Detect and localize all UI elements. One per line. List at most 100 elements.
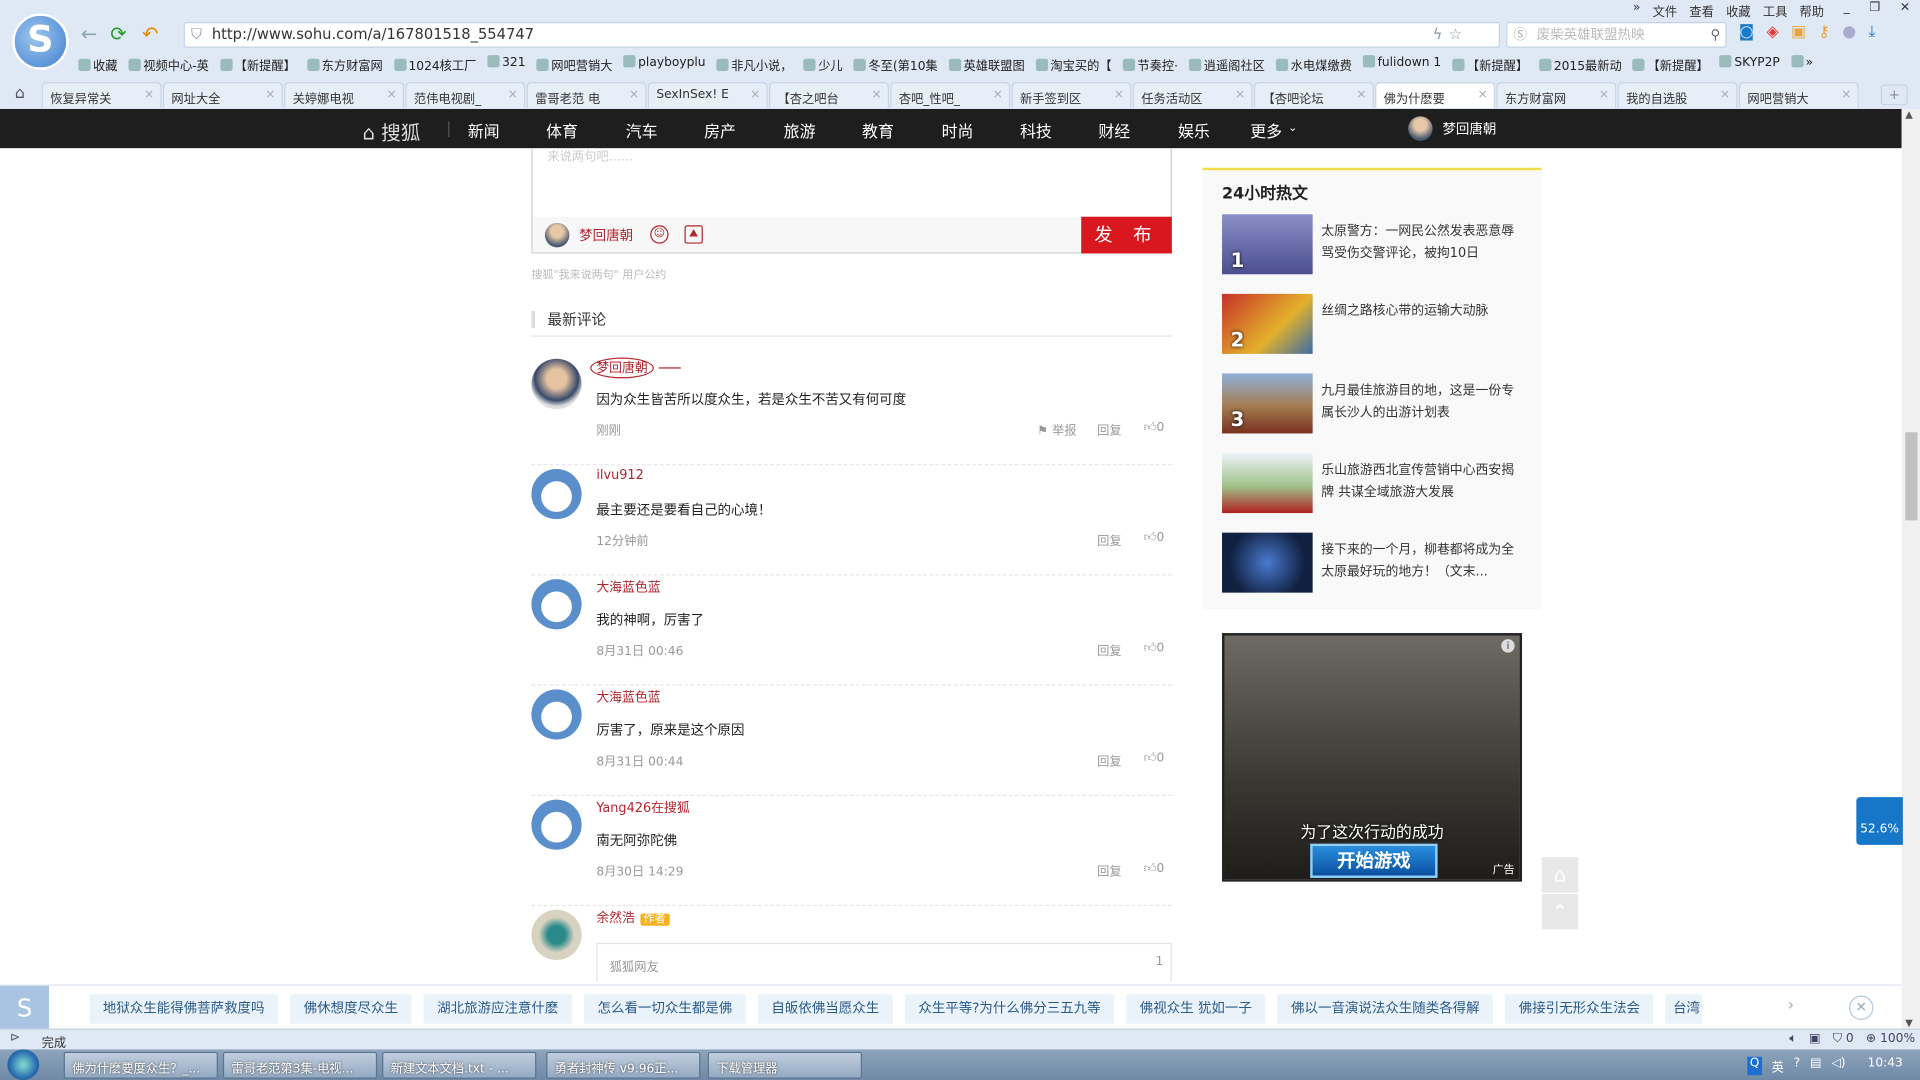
close-tab-icon[interactable]: ×: [993, 88, 1003, 101]
close-tab-icon[interactable]: ×: [508, 88, 518, 101]
article-title[interactable]: 太原警方：一网民公然发表恶意辱骂受伤交警评论，被拘10日: [1321, 220, 1524, 264]
volume-icon[interactable]: ◁): [1831, 1057, 1845, 1075]
suggestion-chip[interactable]: 地狱众生能得佛菩萨救度吗: [89, 994, 278, 1024]
menu-item[interactable]: 帮助: [1800, 1, 1824, 19]
menu-item[interactable]: 工具: [1763, 1, 1787, 19]
scroll-up-icon[interactable]: ▲: [1905, 109, 1913, 120]
ime-indicator[interactable]: 英: [1772, 1057, 1784, 1075]
article-thumbnail[interactable]: 2: [1222, 293, 1313, 354]
new-tab-button[interactable]: +: [1880, 84, 1908, 106]
browser-tab[interactable]: 【杏之吧台 ×: [768, 82, 889, 108]
bookmark-item[interactable]: 【新提醒】: [1632, 55, 1709, 73]
reply-button[interactable]: 回复: [1097, 640, 1121, 658]
nav-item[interactable]: 房产: [704, 119, 736, 142]
browser-tab[interactable]: 恢复异常关 ×: [41, 82, 162, 108]
bookmark-item[interactable]: 英雄联盟图: [948, 55, 1025, 73]
bookmark-item[interactable]: 东方财富网: [306, 55, 383, 73]
suggestion-chip[interactable]: 众生平等?为什么佛分三五九等: [904, 994, 1115, 1024]
hot-article[interactable]: 1 太原警方：一网民公然发表恶意辱骂受伤交警评论，被拘10日: [1222, 214, 1528, 275]
network-icon[interactable]: ▤: [1810, 1057, 1822, 1075]
close-button[interactable]: ✕: [1900, 1, 1910, 19]
close-tab-icon[interactable]: ×: [1599, 88, 1609, 101]
like-button[interactable]: 👍︎0: [1144, 530, 1165, 544]
comment-author[interactable]: 余然浩: [596, 911, 635, 926]
bookmark-item[interactable]: 【新提醒】: [219, 55, 296, 73]
close-tab-icon[interactable]: ×: [386, 88, 396, 101]
browser-tab[interactable]: 杏吧_性吧_ ×: [890, 82, 1011, 108]
device-icon[interactable]: ▣: [1791, 23, 1806, 41]
close-tab-icon[interactable]: ×: [144, 88, 154, 101]
bookmark-item[interactable]: 逍遥阁社区: [1188, 55, 1265, 73]
sogou-browser-logo[interactable]: S: [12, 13, 69, 70]
start-game-button[interactable]: 开始游戏: [1310, 843, 1438, 878]
home-icon[interactable]: ⌂: [15, 84, 25, 102]
suggestion-chip[interactable]: 佛接引无形众生法会: [1505, 994, 1654, 1024]
close-tab-icon[interactable]: ×: [1720, 88, 1730, 101]
info-icon[interactable]: i: [1501, 639, 1515, 653]
more-icon[interactable]: ●: [1842, 23, 1856, 41]
menu-item[interactable]: 收藏: [1726, 1, 1750, 19]
publish-button[interactable]: 发 布: [1081, 216, 1172, 254]
suggestion-chip[interactable]: 湖北旅游应注意什麽: [423, 994, 572, 1024]
browser-tab[interactable]: 网址大全 ×: [162, 82, 283, 108]
close-tab-icon[interactable]: ×: [1235, 88, 1245, 101]
menu-item[interactable]: »: [1633, 1, 1641, 19]
bookmark-item[interactable]: 水电煤缴费: [1275, 55, 1352, 73]
nav-item[interactable]: 汽车: [626, 119, 658, 142]
close-tab-icon[interactable]: ×: [265, 88, 275, 101]
scrollbar[interactable]: ▲ ▼: [1901, 108, 1920, 1029]
menu-item[interactable]: 文件: [1653, 1, 1677, 19]
avatar[interactable]: [531, 799, 582, 850]
avatar[interactable]: [531, 579, 582, 630]
undo-icon[interactable]: ↶: [142, 22, 158, 45]
qq-input-icon[interactable]: Q: [1747, 1056, 1762, 1076]
shop-icon[interactable]: ◈: [1766, 23, 1778, 41]
search-input[interactable]: Ⓢ 废柴英雄联盟热映 ⚲: [1506, 22, 1727, 48]
nav-item[interactable]: 新闻: [468, 119, 500, 142]
nav-item[interactable]: 娱乐: [1178, 119, 1210, 142]
address-bar[interactable]: ⛉ http://www.sohu.com/a/167801518_554747…: [183, 22, 1501, 48]
bookmark-item[interactable]: 节奏控·: [1122, 55, 1178, 73]
star-icon[interactable]: ☆: [1449, 23, 1462, 46]
bookmark-item[interactable]: 收藏: [78, 55, 118, 73]
bookmark-item[interactable]: 【新提醒】: [1452, 55, 1528, 73]
browser-tab[interactable]: 任务活动区 ×: [1132, 82, 1253, 108]
article-title[interactable]: 九月最佳旅游目的地，这是一份专属长沙人的出游计划表: [1321, 380, 1524, 424]
browser-tab[interactable]: 佛为什麽要 ×: [1375, 82, 1496, 108]
menu-item[interactable]: 查看: [1689, 1, 1713, 19]
article-thumbnail[interactable]: [1222, 453, 1313, 514]
browser-tab[interactable]: 【杏吧论坛 ×: [1253, 82, 1374, 108]
reply-preview[interactable]: 狐狐网友 1: [596, 942, 1172, 983]
like-button[interactable]: 👍︎0: [1144, 640, 1165, 655]
nav-item[interactable]: 时尚: [942, 119, 974, 142]
taskbar-button[interactable]: 佛为什麽要度众生？_...: [63, 1051, 218, 1079]
comment-author[interactable]: 大海蓝色蓝: [596, 688, 660, 706]
ad-banner[interactable]: i 为了这次行动的成功 开始游戏 广告: [1222, 633, 1523, 882]
lightning-icon[interactable]: ϟ: [1433, 23, 1443, 46]
reply-button[interactable]: 回复: [1097, 751, 1121, 769]
report-button[interactable]: ⚑ 举报: [1037, 420, 1076, 438]
article-thumbnail[interactable]: 3: [1222, 373, 1313, 434]
browser-tab[interactable]: 范伟电视剧_ ×: [405, 82, 526, 108]
back-to-top-button[interactable]: ⌃: [1541, 893, 1579, 930]
back-icon[interactable]: ←: [81, 22, 97, 45]
chevron-down-icon[interactable]: ⌄: [1288, 122, 1297, 134]
bookmark-item[interactable]: 冬至(第10集: [853, 55, 938, 73]
browser-tab[interactable]: 雷哥老范 电 ×: [526, 82, 647, 108]
nav-item[interactable]: 更多: [1250, 119, 1282, 142]
bookmark-item[interactable]: 1024核工厂: [393, 55, 476, 73]
home-float-button[interactable]: ⌂: [1541, 857, 1579, 893]
article-title[interactable]: 乐山旅游西北宣传营销中心西安揭牌 共谋全域旅游大发展: [1321, 459, 1524, 503]
comment-composer[interactable]: 来说两句吧…… 梦回唐朝 ☺ ⛰ 发 布: [531, 148, 1172, 254]
search-icon[interactable]: ⚲: [1711, 23, 1721, 46]
scroll-down-icon[interactable]: ▼: [1905, 1018, 1913, 1029]
bookmark-item[interactable]: »: [1790, 55, 1813, 73]
taskbar-button[interactable]: 勇者封神传 v9.96正...: [546, 1051, 701, 1079]
reply-button[interactable]: 回复: [1097, 420, 1121, 438]
browser-tab[interactable]: 网吧营销大 ×: [1738, 82, 1859, 108]
suggestion-chip[interactable]: 佛视众生 犹如一子: [1126, 994, 1266, 1024]
start-button[interactable]: [7, 1049, 40, 1080]
speaker-icon[interactable]: 🔈︎: [1789, 1032, 1796, 1045]
close-icon[interactable]: ✕: [1848, 995, 1874, 1021]
bookmark-item[interactable]: playboyplu: [623, 55, 706, 73]
